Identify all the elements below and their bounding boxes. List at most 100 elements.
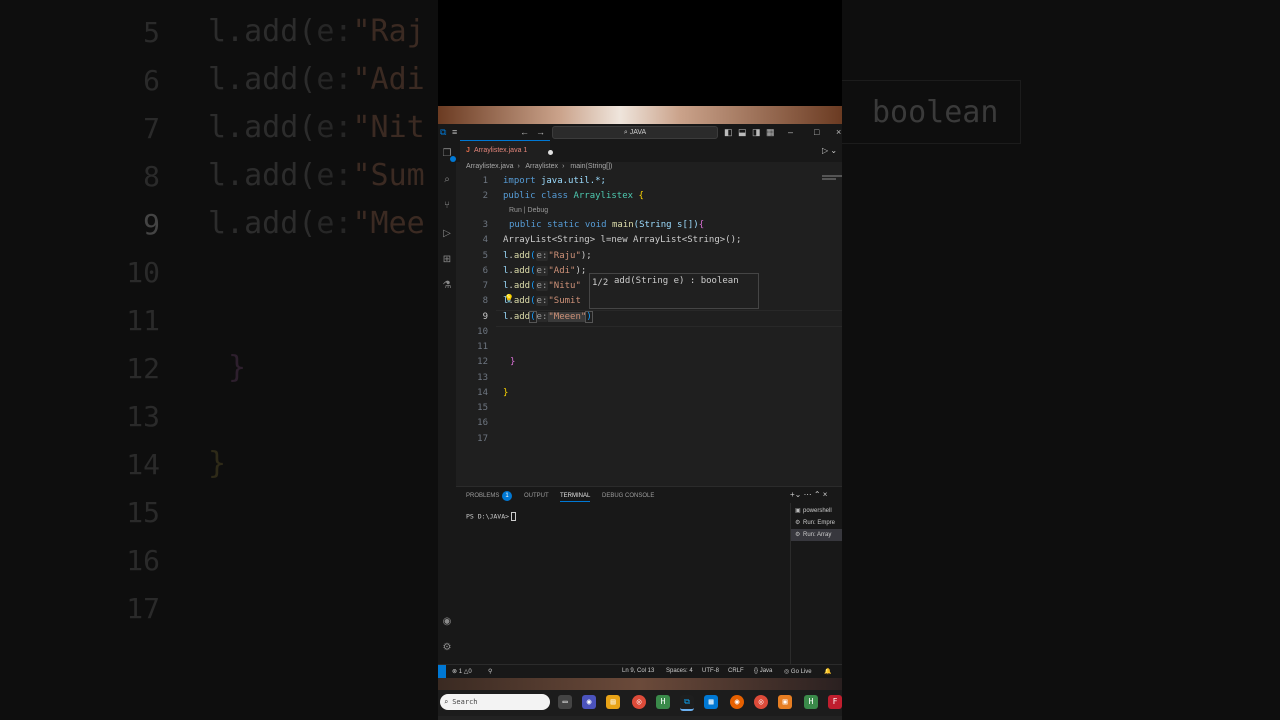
breadcrumb-method[interactable]: main(String[]) bbox=[570, 163, 612, 170]
tab-debug-console[interactable]: DEBUG CONSOLE bbox=[602, 493, 654, 499]
command-center-search[interactable]: ⌕ JAVA bbox=[552, 126, 718, 139]
terminal-cursor bbox=[511, 512, 517, 521]
line-number: 13 bbox=[477, 373, 488, 383]
encoding[interactable]: UTF-8 bbox=[702, 668, 719, 674]
toggle-secondary-sidebar-icon[interactable]: ◨ bbox=[752, 126, 761, 138]
bg-line-number: 16 bbox=[126, 544, 160, 577]
panel-actions: +⌄ ⋯ ⌃ × bbox=[790, 490, 827, 499]
source-control-icon[interactable]: ⑂ bbox=[441, 200, 453, 212]
chrome-2-icon[interactable]: ◎ bbox=[754, 695, 768, 709]
breadcrumb-class[interactable]: Arraylistex bbox=[525, 163, 558, 170]
unsaved-dot-icon[interactable] bbox=[548, 150, 553, 155]
extensions-icon[interactable]: ⊞ bbox=[441, 254, 453, 266]
line-number: 11 bbox=[477, 342, 488, 352]
cursor-position[interactable]: Ln 9, Col 13 bbox=[622, 668, 654, 674]
account-icon[interactable]: ◉ bbox=[441, 616, 453, 628]
editor-tabs: J Arraylistex.java 1 ▷ ⌄ ◫ ⋯ bbox=[456, 140, 842, 163]
back-arrow-icon[interactable]: ← bbox=[520, 126, 529, 138]
customize-layout-icon[interactable]: ▦ bbox=[766, 126, 775, 138]
taskbar-search[interactable]: ⌕ Search bbox=[440, 694, 550, 710]
run-debug-icon[interactable]: ▷ bbox=[441, 228, 453, 240]
line-number: 5 bbox=[482, 251, 488, 261]
menu-icon[interactable]: ≡ bbox=[452, 126, 457, 138]
toggle-panel-icon[interactable]: ⬓ bbox=[738, 126, 747, 138]
terminal-output[interactable]: PS D:\JAVA> bbox=[466, 512, 517, 521]
calendar-icon[interactable]: ▦ bbox=[704, 695, 718, 709]
close-panel-icon[interactable]: × bbox=[823, 490, 828, 499]
filezilla-icon[interactable]: F bbox=[828, 695, 842, 709]
bg-line-number: 5 bbox=[143, 16, 160, 49]
code-editor[interactable]: 1 2 3 4 5 6 7 8 9 10 11 12 13 14 15 16 1… bbox=[456, 174, 842, 486]
teams-icon[interactable]: ◉ bbox=[582, 695, 596, 709]
line-number: 4 bbox=[482, 235, 488, 245]
code-line-import: import java.util.*; bbox=[503, 176, 606, 186]
tab-arraylistex-java[interactable]: J Arraylistex.java 1 bbox=[460, 140, 553, 163]
terminal-prompt: PS D:\JAVA> bbox=[466, 512, 510, 521]
vscode-logo-icon: ⧉ bbox=[440, 127, 447, 137]
maximize-icon[interactable]: □ bbox=[814, 126, 819, 138]
minimize-icon[interactable]: – bbox=[788, 126, 793, 138]
braces-icon: {} bbox=[754, 668, 759, 674]
go-live-button[interactable]: ◎ Go Live bbox=[784, 668, 812, 675]
tab-problems[interactable]: PROBLEMS bbox=[466, 493, 499, 499]
bg-line-number: 8 bbox=[143, 160, 160, 193]
lightbulb-icon[interactable]: 💡 bbox=[504, 294, 514, 303]
gear-icon: ⚙ bbox=[795, 520, 801, 526]
chevron-down-icon[interactable]: ⌄ bbox=[795, 490, 802, 499]
bg-line-number: 6 bbox=[143, 64, 160, 97]
bg-line-number: 10 bbox=[126, 256, 160, 289]
explorer-icon[interactable]: ❐ bbox=[441, 148, 456, 162]
bg-line-number: 13 bbox=[126, 400, 160, 433]
terminal-item-powershell[interactable]: ▣ powershell bbox=[791, 505, 842, 517]
code-line-main: public static void main(String s[]){ bbox=[509, 220, 705, 230]
terminal-item-run-array[interactable]: ⚙ Run: Array bbox=[791, 529, 842, 541]
language-mode[interactable]: {} Java bbox=[754, 668, 772, 674]
manage-gear-icon[interactable]: ⚙ bbox=[441, 642, 453, 654]
terminal-icon: ▣ bbox=[795, 508, 801, 514]
desktop-wallpaper bbox=[438, 678, 842, 690]
app-hs-icon[interactable]: H bbox=[656, 695, 670, 709]
problems-status[interactable]: ⊗ 1 △0 bbox=[452, 668, 472, 675]
bg-line-number: 11 bbox=[126, 304, 160, 337]
tab-terminal[interactable]: TERMINAL bbox=[560, 493, 591, 502]
tab-output[interactable]: OUTPUT bbox=[524, 493, 549, 499]
line-number: 9 bbox=[482, 312, 488, 322]
task-view-icon[interactable]: ▭ bbox=[558, 695, 572, 709]
line-ending[interactable]: CRLF bbox=[728, 668, 744, 674]
broadcast-icon: ◎ bbox=[784, 669, 790, 675]
ports-icon[interactable]: ⚲ bbox=[488, 668, 492, 675]
code-line-add: l.add(e:"Adi"); bbox=[503, 266, 587, 276]
notifications-icon[interactable]: 🔔 bbox=[824, 668, 831, 675]
toggle-sidebar-icon[interactable]: ◧ bbox=[724, 126, 733, 138]
line-number: 15 bbox=[477, 403, 488, 413]
signature-count[interactable]: 1/2 bbox=[592, 278, 608, 288]
signature-text: add(String e) : boolean bbox=[614, 276, 739, 286]
app-hs-2-icon[interactable]: H bbox=[804, 695, 818, 709]
gear-icon: ⚙ bbox=[795, 532, 801, 538]
breadcrumb-file[interactable]: Arraylistex.java bbox=[466, 163, 513, 170]
more-actions-icon[interactable]: ⋯ bbox=[804, 490, 812, 499]
line-number: 2 bbox=[482, 191, 488, 201]
remote-indicator[interactable] bbox=[438, 665, 446, 678]
vscode-icon[interactable]: ⧉ bbox=[680, 695, 694, 711]
error-icon: ⊗ bbox=[452, 669, 458, 675]
terminal-list: ▣ powershell ⚙ Run: Empre ⚙ Run: Array bbox=[790, 503, 842, 665]
indentation[interactable]: Spaces: 4 bbox=[666, 668, 693, 674]
file-explorer-icon[interactable]: ▤ bbox=[606, 695, 620, 709]
close-icon[interactable]: × bbox=[836, 126, 841, 138]
problems-count-badge: 1 bbox=[502, 491, 512, 501]
minimap[interactable] bbox=[822, 174, 842, 184]
app-orange-icon[interactable]: ▣ bbox=[778, 695, 792, 709]
forward-arrow-icon[interactable]: → bbox=[536, 126, 545, 138]
bg-boolean-text: boolean bbox=[872, 95, 999, 130]
search-icon[interactable]: ⌕ bbox=[441, 174, 453, 186]
codelens-run-debug[interactable]: Run | Debug bbox=[509, 207, 548, 214]
maximize-panel-icon[interactable]: ⌃ bbox=[814, 490, 821, 499]
testing-icon[interactable]: ⚗ bbox=[441, 280, 453, 292]
breadcrumb: Arraylistex.java › Arraylistex › main(Stri… bbox=[466, 163, 616, 173]
run-java-icon[interactable]: ▷ ⌄ bbox=[822, 146, 837, 155]
code-line-arraylist: ArrayList<String> l=new ArrayList<String… bbox=[503, 235, 742, 245]
terminal-item-run-empre[interactable]: ⚙ Run: Empre bbox=[791, 517, 842, 529]
firefox-icon[interactable]: ◉ bbox=[730, 695, 744, 709]
chrome-icon[interactable]: ◎ bbox=[632, 695, 646, 709]
